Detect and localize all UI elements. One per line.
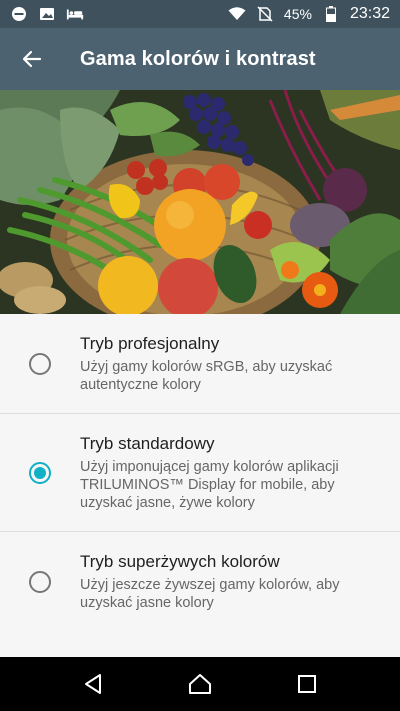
battery-percent: 45% xyxy=(283,6,312,22)
vegetables-illustration xyxy=(0,90,400,314)
hero-image xyxy=(0,90,400,314)
nav-back-button[interactable] xyxy=(63,657,123,711)
wifi-icon xyxy=(228,6,246,22)
home-icon xyxy=(188,674,211,694)
option-standard[interactable]: Tryb standardowy Użyj imponującej gamy k… xyxy=(0,414,400,532)
do-not-disturb-icon xyxy=(10,6,28,22)
status-left xyxy=(10,6,84,22)
back-triangle-icon xyxy=(85,674,102,694)
radio-dot xyxy=(34,466,46,479)
bed-icon xyxy=(66,6,84,22)
option-description: Użyj imponującej gamy kolorów aplikacji … xyxy=(80,458,339,511)
option-text: Tryb standardowy Użyj imponującej gamy k… xyxy=(80,434,400,512)
battery-icon xyxy=(322,6,340,22)
option-super-vivid[interactable]: Tryb superżywych kolorów Użyj jeszcze ży… xyxy=(0,532,400,632)
radio-professional[interactable] xyxy=(29,352,51,375)
radio-super-vivid[interactable] xyxy=(29,571,51,593)
page-title: Gama kolorów i kontrast xyxy=(80,47,316,70)
option-description: Użyj jeszcze żywszej gamy kolorów, aby u… xyxy=(80,577,340,611)
option-title: Tryb superżywych kolorów xyxy=(80,552,280,571)
radio-standard[interactable] xyxy=(29,461,51,484)
status-right: 45% 23:32 xyxy=(228,5,390,23)
navigation-bar xyxy=(0,657,400,711)
option-text: Tryb profesjonalny Użyj gamy kolorów sRG… xyxy=(80,334,400,394)
color-mode-options: Tryb profesjonalny Użyj gamy kolorów sRG… xyxy=(0,314,400,632)
image-icon xyxy=(38,6,56,22)
option-title: Tryb standardowy xyxy=(80,433,215,453)
option-title: Tryb profesjonalny xyxy=(80,333,220,353)
option-description: Użyj gamy kolorów sRGB, aby uzyskać aute… xyxy=(80,358,333,393)
radio-wrap xyxy=(0,352,80,375)
status-bar: 45% 23:32 xyxy=(0,0,400,28)
no-sim-icon xyxy=(256,6,274,22)
radio-wrap xyxy=(0,461,80,484)
back-arrow-icon xyxy=(22,50,42,68)
app-bar: Gama kolorów i kontrast xyxy=(0,28,400,90)
option-text: Tryb superżywych kolorów Użyj jeszcze ży… xyxy=(80,552,400,612)
recents-icon xyxy=(297,675,316,693)
nav-home-button[interactable] xyxy=(170,657,230,711)
radio-wrap xyxy=(0,571,80,593)
option-professional[interactable]: Tryb profesjonalny Użyj gamy kolorów sRG… xyxy=(0,314,400,414)
clock: 23:32 xyxy=(349,5,390,22)
back-button[interactable] xyxy=(0,28,64,90)
nav-recents-button[interactable] xyxy=(277,657,337,711)
